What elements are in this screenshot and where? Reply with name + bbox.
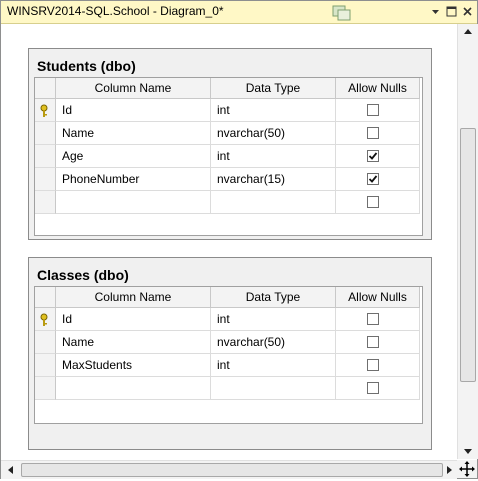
- allow-nulls-cell: [336, 145, 420, 168]
- column-name-cell[interactable]: Name: [56, 331, 211, 354]
- scroll-up-arrow-icon[interactable]: [461, 26, 475, 38]
- scroll-down-arrow-icon[interactable]: [461, 445, 475, 457]
- key-icon: [40, 313, 48, 326]
- horizontal-scrollbar[interactable]: [1, 460, 457, 479]
- move-cross-icon[interactable]: [457, 460, 477, 478]
- header-data-type: Data Type: [211, 287, 336, 308]
- table-row[interactable]: PhoneNumber nvarchar(15): [35, 168, 420, 191]
- column-grid: Column Name Data Type Allow Nulls Id int…: [34, 77, 423, 236]
- row-selector[interactable]: [35, 122, 56, 145]
- table-layout-icon: [332, 5, 354, 23]
- allow-nulls-checkbox[interactable]: [367, 336, 379, 348]
- table-title: Students (dbo): [37, 58, 136, 74]
- table-title: Classes (dbo): [37, 267, 129, 283]
- allow-nulls-checkbox[interactable]: [367, 104, 379, 116]
- row-selector[interactable]: [35, 145, 56, 168]
- data-type-cell[interactable]: nvarchar(50): [211, 331, 336, 354]
- data-type-cell[interactable]: int: [211, 99, 336, 122]
- maximize-icon[interactable]: [444, 4, 459, 19]
- data-type-cell[interactable]: [211, 191, 336, 214]
- row-selector[interactable]: [35, 354, 56, 377]
- column-name-cell[interactable]: MaxStudents: [56, 354, 211, 377]
- allow-nulls-checkbox[interactable]: [367, 196, 379, 208]
- data-type-cell[interactable]: nvarchar(15): [211, 168, 336, 191]
- column-name-cell[interactable]: Name: [56, 122, 211, 145]
- check-icon: [368, 152, 378, 160]
- header-data-type: Data Type: [211, 78, 336, 99]
- table-row[interactable]: Age int: [35, 145, 420, 168]
- students-table[interactable]: Students (dbo) Column Name Data Type All…: [28, 48, 432, 240]
- allow-nulls-checkbox[interactable]: [367, 382, 379, 394]
- column-name-cell[interactable]: [56, 191, 211, 214]
- allow-nulls-cell: [336, 308, 420, 331]
- column-name-cell[interactable]: PhoneNumber: [56, 168, 211, 191]
- diagram-canvas[interactable]: Students (dbo) Column Name Data Type All…: [1, 24, 456, 460]
- allow-nulls-cell: [336, 191, 420, 214]
- table-row[interactable]: [35, 191, 420, 214]
- key-icon: [40, 104, 48, 117]
- data-type-cell[interactable]: nvarchar(50): [211, 122, 336, 145]
- table-row[interactable]: Id int: [35, 99, 420, 122]
- table-row[interactable]: Name nvarchar(50): [35, 331, 420, 354]
- window-title: WINSRV2014-SQL.School - Diagram_0*: [7, 4, 224, 18]
- table-row[interactable]: MaxStudents int: [35, 354, 420, 377]
- classes-table[interactable]: Classes (dbo) Column Name Data Type Allo…: [28, 257, 432, 450]
- vertical-scrollbar[interactable]: [457, 24, 478, 459]
- row-selector[interactable]: [35, 99, 56, 122]
- header-column-name: Column Name: [56, 78, 211, 99]
- diagram-window: WINSRV2014-SQL.School - Diagram_0* Stude…: [0, 0, 478, 479]
- horizontal-scroll-thumb[interactable]: [21, 463, 443, 477]
- data-type-cell[interactable]: [211, 377, 336, 400]
- table-row[interactable]: Name nvarchar(50): [35, 122, 420, 145]
- allow-nulls-checkbox[interactable]: [367, 359, 379, 371]
- header-column-name: Column Name: [56, 287, 211, 308]
- allow-nulls-checkbox[interactable]: [367, 313, 379, 325]
- allow-nulls-checkbox[interactable]: [367, 150, 379, 162]
- dropdown-arrow-icon[interactable]: [428, 4, 443, 19]
- row-selector[interactable]: [35, 331, 56, 354]
- column-name-cell[interactable]: Age: [56, 145, 211, 168]
- row-selector[interactable]: [35, 168, 56, 191]
- close-icon[interactable]: [460, 4, 475, 19]
- window-titlebar[interactable]: WINSRV2014-SQL.School - Diagram_0*: [1, 1, 477, 24]
- row-selector[interactable]: [35, 377, 56, 400]
- table-row[interactable]: [35, 377, 420, 400]
- allow-nulls-cell: [336, 377, 420, 400]
- column-name-cell[interactable]: [56, 377, 211, 400]
- allow-nulls-cell: [336, 331, 420, 354]
- allow-nulls-checkbox[interactable]: [367, 127, 379, 139]
- allow-nulls-cell: [336, 122, 420, 145]
- header-allow-nulls: Allow Nulls: [336, 287, 420, 308]
- row-selector[interactable]: [35, 308, 56, 331]
- header-allow-nulls: Allow Nulls: [336, 78, 420, 99]
- allow-nulls-checkbox[interactable]: [367, 173, 379, 185]
- scroll-right-arrow-icon[interactable]: [443, 464, 455, 476]
- header-selector: [35, 78, 56, 99]
- header-selector: [35, 287, 56, 308]
- data-type-cell[interactable]: int: [211, 308, 336, 331]
- column-name-cell[interactable]: Id: [56, 99, 211, 122]
- column-name-cell[interactable]: Id: [56, 308, 211, 331]
- allow-nulls-cell: [336, 168, 420, 191]
- row-selector[interactable]: [35, 191, 56, 214]
- data-type-cell[interactable]: int: [211, 145, 336, 168]
- column-grid: Column Name Data Type Allow Nulls Id int…: [34, 286, 423, 424]
- check-icon: [368, 175, 378, 183]
- allow-nulls-cell: [336, 354, 420, 377]
- allow-nulls-cell: [336, 99, 420, 122]
- scroll-left-arrow-icon[interactable]: [5, 464, 17, 476]
- data-type-cell[interactable]: int: [211, 354, 336, 377]
- vertical-scroll-thumb[interactable]: [460, 128, 476, 382]
- table-row[interactable]: Id int: [35, 308, 420, 331]
